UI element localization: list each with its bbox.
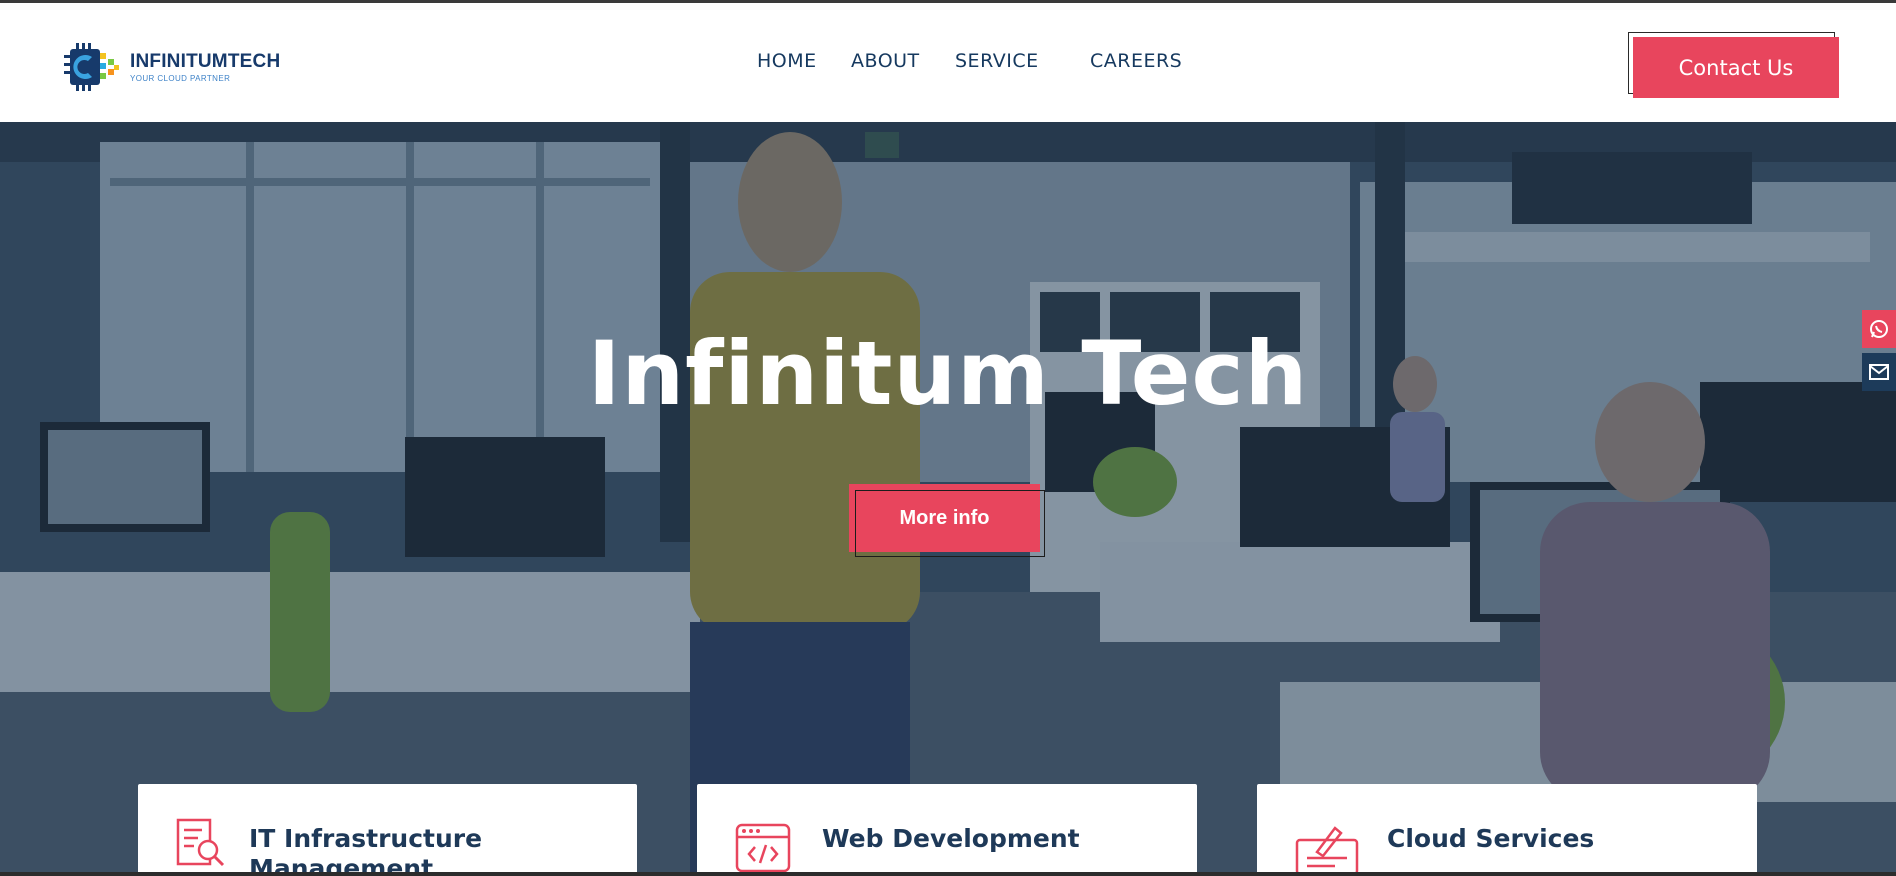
service-title: Web Development bbox=[822, 824, 1080, 853]
service-card-web-development[interactable]: Web Development bbox=[697, 784, 1197, 876]
whatsapp-icon bbox=[1870, 320, 1888, 338]
brand-name: INFINITUMTECH bbox=[130, 51, 281, 72]
logo[interactable]: INFINITUMTECH YOUR CLOUD PARTNER bbox=[62, 41, 280, 93]
hero-title: Infinitum Tech bbox=[587, 322, 1309, 425]
nav-about[interactable]: ABOUT bbox=[851, 50, 920, 72]
whatsapp-button[interactable] bbox=[1862, 310, 1896, 348]
mail-button[interactable] bbox=[1862, 353, 1896, 391]
browser-code-icon bbox=[735, 823, 791, 875]
service-title: IT Infrastructure Management bbox=[249, 824, 483, 876]
nav-home[interactable]: HOME bbox=[757, 50, 817, 72]
more-info-outline bbox=[855, 490, 1045, 557]
more-info-wrapper: More info bbox=[849, 484, 1045, 558]
contact-button-wrapper: Contact Us bbox=[1628, 32, 1839, 98]
service-card-it-infrastructure[interactable]: IT Infrastructure Management bbox=[138, 784, 637, 876]
service-card-cloud-services[interactable]: Cloud Services bbox=[1257, 784, 1757, 876]
brand-tagline: YOUR CLOUD PARTNER bbox=[130, 74, 231, 83]
site-header: INFINITUMTECH YOUR CLOUD PARTNER HOME AB… bbox=[0, 3, 1896, 122]
nav-careers[interactable]: CAREERS bbox=[1090, 50, 1182, 72]
nav-service[interactable]: SERVICE bbox=[955, 50, 1039, 72]
service-title: Cloud Services bbox=[1387, 824, 1595, 853]
contact-us-button[interactable]: Contact Us bbox=[1633, 37, 1839, 98]
chip-logo-icon bbox=[62, 41, 124, 93]
bottom-strip bbox=[0, 872, 1896, 876]
mail-icon bbox=[1869, 364, 1889, 380]
hero-section: Infinitum Tech More info bbox=[0, 122, 1896, 872]
document-search-icon bbox=[174, 818, 226, 870]
pen-document-icon bbox=[1295, 824, 1359, 876]
